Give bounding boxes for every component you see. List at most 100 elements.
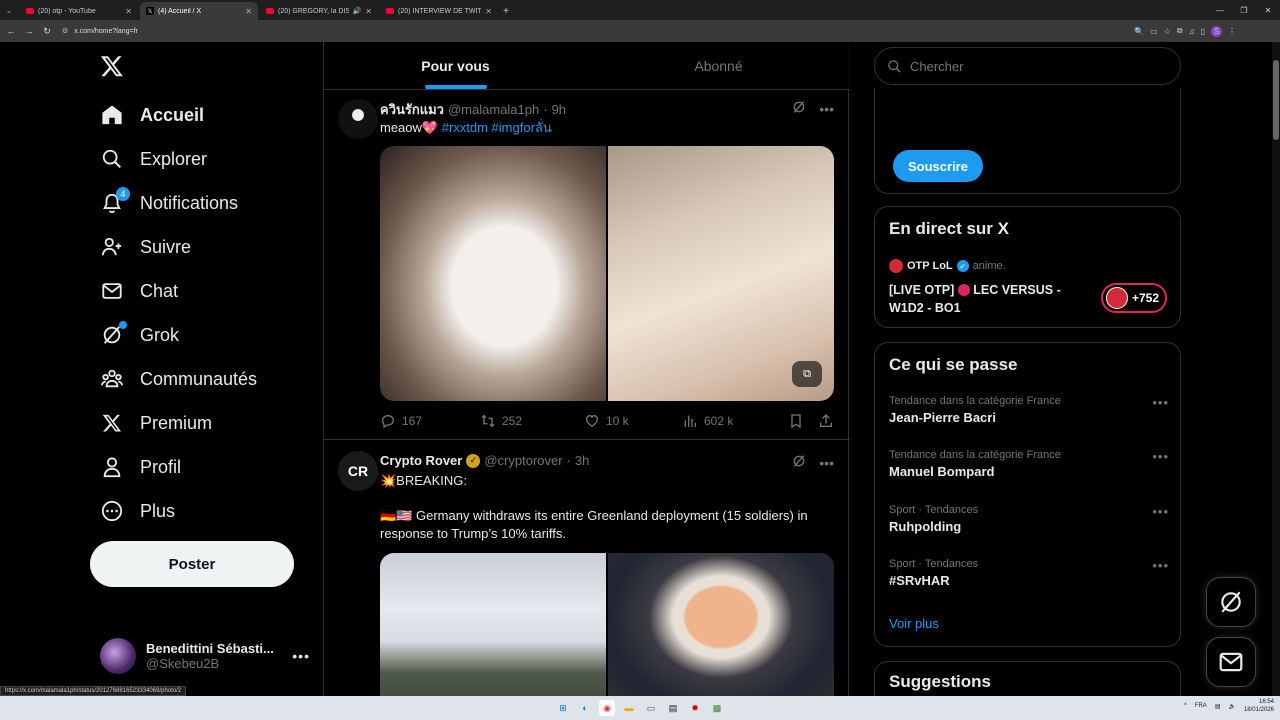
- account-switcher[interactable]: Benedittini Sébasti... @Skebeu2B •••: [100, 636, 310, 676]
- avatar[interactable]: [338, 99, 378, 139]
- browser-tab-active[interactable]: 𝕏 (4) Accueil / X ✕: [140, 2, 258, 20]
- url-field[interactable]: ⚙ x.com/home?lang=fr: [58, 23, 1130, 39]
- new-tab-button[interactable]: +: [498, 2, 514, 20]
- hashtag-links[interactable]: #rxxtdm #imgforลั่น: [442, 120, 552, 135]
- trump-photo[interactable]: [608, 553, 834, 696]
- tweet[interactable]: ควินรักแมว @malamala1ph · 9h ••• meaow💖 …: [324, 91, 850, 440]
- nav-item-suivre[interactable]: Suivre: [100, 227, 191, 267]
- more-icon[interactable]: •••: [1152, 558, 1169, 573]
- soldiers-photo[interactable]: [380, 553, 606, 696]
- minecraft-icon[interactable]: ▩: [709, 700, 725, 716]
- scrollbar-thumb[interactable]: [1273, 60, 1279, 140]
- tab-list-button[interactable]: ⌄: [0, 0, 18, 20]
- game-app-icon[interactable]: ✹: [687, 700, 703, 716]
- browser-tab[interactable]: (20) INTERVIEW DE TWITCH GA ✕: [380, 2, 498, 20]
- more-icon[interactable]: •••: [1152, 504, 1169, 519]
- grok-float-button[interactable]: [1206, 577, 1256, 627]
- tweet-author-handle[interactable]: @malamala1ph: [448, 102, 539, 117]
- trend-item[interactable]: Tendance dans la catégorie France Manuel…: [889, 449, 1169, 479]
- nav-item-premium[interactable]: Premium: [100, 403, 212, 443]
- extensions-icon[interactable]: ⧉: [1177, 26, 1183, 36]
- app-icon[interactable]: ▭: [643, 700, 659, 716]
- language-indicator[interactable]: FRA: [1195, 703, 1207, 709]
- clock[interactable]: 16:54 18/01/2026: [1244, 698, 1274, 714]
- tweet-media[interactable]: ⧉: [380, 146, 834, 401]
- volume-icon[interactable]: 🔈: [1228, 703, 1235, 710]
- nav-item-communautes[interactable]: Communautés: [100, 359, 257, 399]
- nav-item-plus[interactable]: Plus: [100, 491, 175, 531]
- trend-item[interactable]: Tendance dans la catégorie France Jean-P…: [889, 395, 1169, 425]
- show-more-link[interactable]: Voir plus: [889, 616, 939, 631]
- nav-item-grok[interactable]: Grok: [100, 315, 179, 355]
- trend-item[interactable]: Sport · Tendances Ruhpolding •••: [889, 504, 1169, 534]
- zoom-icon[interactable]: 🔍: [1134, 27, 1144, 36]
- trend-item[interactable]: Sport · Tendances #SRvHAR •••: [889, 558, 1169, 588]
- grok-icon[interactable]: [791, 453, 807, 472]
- cat-photo-left[interactable]: [380, 146, 606, 401]
- more-icon[interactable]: •••: [819, 455, 834, 471]
- browser-tab[interactable]: (20) otp - YouTube ✕: [20, 2, 138, 20]
- live-host[interactable]: OTP LoL ✓ anime.: [889, 259, 1006, 273]
- browser-tab[interactable]: (20) GRÉGORY, la DISPARITI 🔊 ✕: [260, 2, 378, 20]
- sidebar-icon[interactable]: ▯: [1201, 27, 1205, 36]
- tweet-time[interactable]: 9h: [552, 102, 566, 117]
- close-icon[interactable]: ✕: [485, 7, 492, 16]
- site-info-icon[interactable]: ⚙: [62, 27, 68, 35]
- image-edit-icon[interactable]: ⧉: [792, 361, 822, 387]
- file-explorer-icon[interactable]: ▬: [621, 700, 637, 716]
- live-viewers-pill[interactable]: +752: [1101, 283, 1167, 313]
- post-button[interactable]: Poster: [90, 541, 294, 587]
- tab-pour-vous[interactable]: Pour vous: [324, 42, 587, 89]
- more-icon[interactable]: •••: [1152, 395, 1169, 410]
- grok-icon[interactable]: [791, 99, 807, 118]
- subscribe-button[interactable]: Souscrire: [893, 150, 983, 182]
- tray-arrow-icon[interactable]: ^: [1184, 703, 1187, 709]
- speaker-icon[interactable]: 🔊: [353, 7, 362, 15]
- terminal-icon[interactable]: ▤: [665, 700, 681, 716]
- close-icon[interactable]: ✕: [365, 7, 372, 16]
- tweet[interactable]: CR Crypto Rover ✓ @cryptorover · 3h ••• …: [324, 441, 850, 696]
- views-button[interactable]: 602 k: [682, 413, 782, 429]
- chrome-icon[interactable]: ◉: [599, 700, 615, 716]
- network-icon[interactable]: ▤: [1215, 703, 1221, 710]
- close-icon[interactable]: ✕: [125, 7, 132, 16]
- more-icon[interactable]: •••: [819, 101, 834, 117]
- nav-item-profil[interactable]: Profil: [100, 447, 181, 487]
- like-button[interactable]: 10 k: [584, 413, 682, 429]
- live-stream-title[interactable]: [LIVE OTP] LEC VERSUS - W1D2 - BO1: [889, 281, 1085, 317]
- browser-profile-avatar[interactable]: S: [1211, 25, 1222, 37]
- minimize-icon[interactable]: —: [1208, 0, 1232, 20]
- maximize-icon[interactable]: ❐: [1232, 0, 1256, 20]
- nav-item-explorer[interactable]: Explorer: [100, 139, 207, 179]
- back-icon[interactable]: ←: [4, 24, 18, 38]
- search-input[interactable]: Chercher: [874, 47, 1181, 85]
- tweet-media[interactable]: [380, 553, 834, 696]
- messages-float-button[interactable]: [1206, 637, 1256, 687]
- cat-photo-right[interactable]: ⧉: [608, 146, 834, 401]
- windows-start-icon[interactable]: ⊞: [555, 700, 571, 716]
- reload-icon[interactable]: ↻: [40, 24, 54, 38]
- more-icon[interactable]: •••: [1152, 449, 1169, 464]
- media-controls-icon[interactable]: ♫: [1189, 27, 1195, 36]
- nav-item-chat[interactable]: Chat: [100, 271, 178, 311]
- x-logo-icon[interactable]: [100, 54, 126, 80]
- close-window-icon[interactable]: ✕: [1256, 0, 1280, 20]
- close-icon[interactable]: ✕: [245, 7, 252, 16]
- more-icon[interactable]: •••: [292, 648, 310, 664]
- avatar[interactable]: CR: [338, 451, 378, 491]
- nav-item-accueil[interactable]: Accueil: [100, 95, 204, 135]
- browser-menu-icon[interactable]: ⋮: [1228, 27, 1236, 36]
- edge-icon[interactable]: ◐: [577, 700, 593, 716]
- cast-icon[interactable]: ▭: [1150, 27, 1158, 36]
- tweet-author-handle[interactable]: @cryptorover: [484, 453, 562, 468]
- tweet-author-name[interactable]: ควินรักแมว: [380, 99, 444, 120]
- nav-item-notifications[interactable]: 4 Notifications: [100, 183, 238, 223]
- tweet-author-name[interactable]: Crypto Rover: [380, 453, 462, 468]
- forward-icon[interactable]: →: [22, 24, 36, 38]
- repost-button[interactable]: 252: [480, 413, 584, 429]
- tab-abonne[interactable]: Abonné: [587, 42, 850, 89]
- bookmark-star-icon[interactable]: ☆: [1164, 27, 1171, 36]
- reply-button[interactable]: 167: [380, 413, 480, 429]
- tweet-time[interactable]: 3h: [575, 453, 589, 468]
- page-scrollbar[interactable]: [1272, 42, 1280, 696]
